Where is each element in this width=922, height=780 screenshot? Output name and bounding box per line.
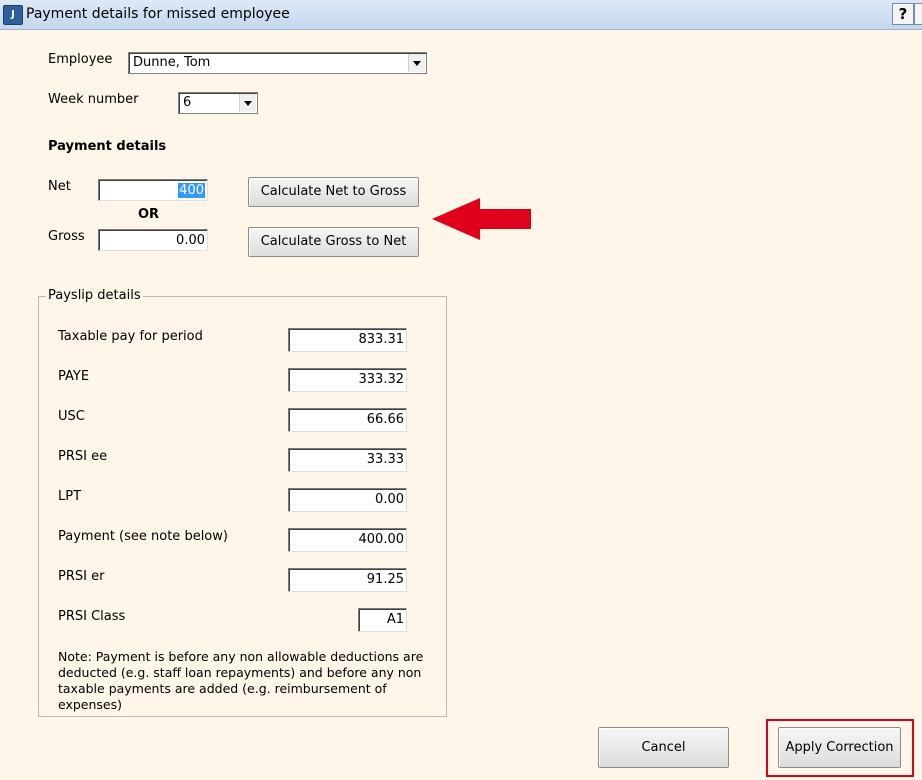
gross-input[interactable]: 0.00 bbox=[98, 229, 208, 251]
annotation-arrow-icon bbox=[432, 198, 531, 240]
net-input-value: 400 bbox=[178, 183, 205, 198]
gross-label: Gross bbox=[48, 229, 85, 244]
week-number-select[interactable]: 6 bbox=[178, 92, 258, 114]
week-number-value: 6 bbox=[183, 95, 192, 110]
usc-label: USC bbox=[58, 409, 85, 424]
payment-note: Note: Payment is before any non allowabl… bbox=[58, 649, 443, 713]
note-line: taxable payments are added (e.g. reimbur… bbox=[58, 681, 387, 712]
usc-field[interactable]: 66.66 bbox=[288, 408, 407, 432]
apply-correction-button[interactable]: Apply Correction bbox=[778, 727, 901, 768]
employee-select[interactable]: Dunne, Tom bbox=[128, 52, 427, 74]
calculate-net-to-gross-button[interactable]: Calculate Net to Gross bbox=[248, 177, 419, 207]
window-title: Payment details for missed employee bbox=[26, 6, 290, 22]
taxable-pay-label: Taxable pay for period bbox=[58, 329, 203, 344]
note-line: deducted (e.g. staff loan repayments) an… bbox=[58, 665, 422, 680]
week-number-label: Week number bbox=[48, 92, 139, 107]
app-icon[interactable]: J bbox=[3, 5, 23, 25]
paye-field[interactable]: 333.32 bbox=[288, 368, 407, 392]
paye-label: PAYE bbox=[58, 369, 90, 384]
close-button[interactable] bbox=[914, 3, 922, 25]
payslip-details-legend: Payslip details bbox=[46, 288, 143, 303]
cancel-button[interactable]: Cancel bbox=[598, 727, 729, 768]
prsi-ee-field[interactable]: 33.33 bbox=[288, 448, 407, 472]
payment-details-heading: Payment details bbox=[48, 139, 167, 154]
prsi-class-label: PRSI Class bbox=[58, 609, 126, 624]
or-label: OR bbox=[138, 207, 160, 222]
net-label: Net bbox=[48, 179, 71, 194]
prsi-class-field[interactable]: A1 bbox=[358, 608, 407, 632]
prsi-er-label: PRSI er bbox=[58, 569, 105, 584]
note-line: Note: Payment is before any non allowabl… bbox=[58, 649, 424, 664]
lpt-field[interactable]: 0.00 bbox=[288, 488, 407, 512]
chevron-down-icon[interactable] bbox=[239, 94, 256, 112]
employee-select-value: Dunne, Tom bbox=[133, 55, 211, 70]
payment-field[interactable]: 400.00 bbox=[288, 528, 407, 552]
employee-label: Employee bbox=[48, 52, 113, 67]
payment-label: Payment (see note below) bbox=[58, 529, 228, 544]
lpt-label: LPT bbox=[58, 489, 82, 504]
chevron-down-icon[interactable] bbox=[408, 54, 425, 72]
taxable-pay-field[interactable]: 833.31 bbox=[288, 328, 407, 352]
help-button[interactable]: ? bbox=[892, 3, 914, 25]
calculate-gross-to-net-button[interactable]: Calculate Gross to Net bbox=[248, 227, 419, 257]
net-input[interactable]: 400 bbox=[98, 179, 208, 201]
prsi-ee-label: PRSI ee bbox=[58, 449, 108, 464]
prsi-er-field[interactable]: 91.25 bbox=[288, 568, 407, 592]
